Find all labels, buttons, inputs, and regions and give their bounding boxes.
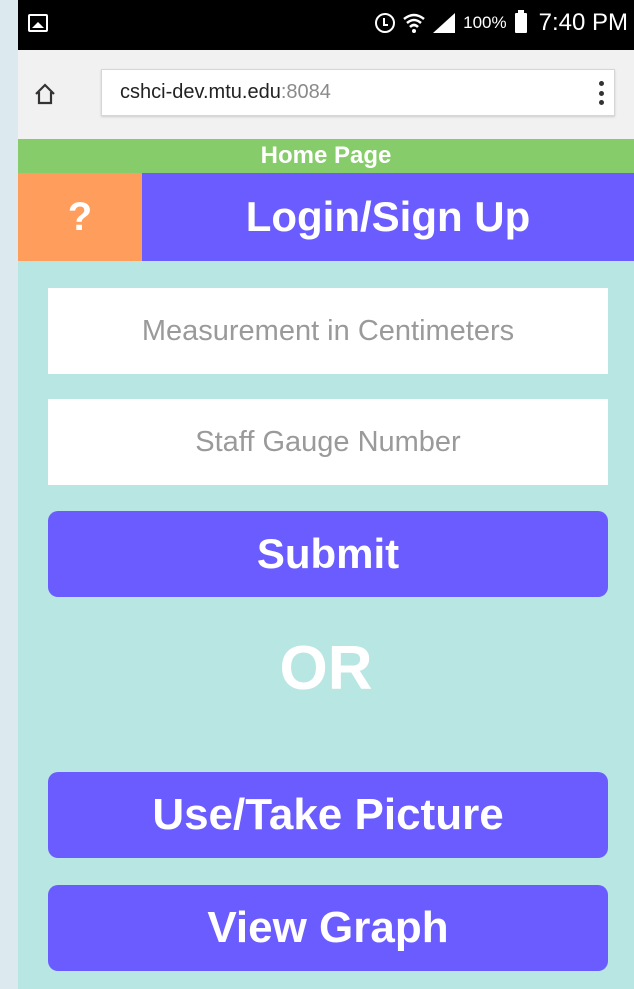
status-indicators: 100% 7:40 PM <box>375 8 628 38</box>
or-separator: OR <box>279 634 373 703</box>
home-page-link[interactable]: Home Page <box>18 139 634 173</box>
login-signup-button[interactable]: Login/Sign Up <box>142 173 634 261</box>
url-host: cshci-dev.mtu.edu <box>120 81 281 103</box>
browser-toolbar: cshci-dev.mtu.edu:8084 <box>18 50 634 139</box>
signal-icon <box>433 13 456 33</box>
measurement-input[interactable] <box>48 288 608 374</box>
help-button[interactable]: ? <box>18 173 142 261</box>
submit-button[interactable]: Submit <box>48 511 608 597</box>
battery-percent: 100% <box>463 13 507 32</box>
gallery-icon <box>28 14 48 32</box>
status-bar: 100% 7:40 PM <box>18 0 634 50</box>
take-picture-button[interactable]: Use/Take Picture <box>48 772 608 858</box>
menu-icon[interactable] <box>598 81 604 105</box>
battery-icon <box>514 10 527 33</box>
url-text[interactable]: cshci-dev.mtu.edu:8084 <box>120 81 331 104</box>
address-bar[interactable]: cshci-dev.mtu.edu:8084 <box>101 69 615 116</box>
alarm-icon <box>375 13 396 33</box>
phone-screen: 100% 7:40 PM cshci-dev.mtu.edu:8084 Home… <box>18 0 634 989</box>
wifi-icon <box>403 12 425 34</box>
page-content: Home Page ? Login/Sign Up Submit OR Use/… <box>18 139 634 989</box>
home-icon[interactable] <box>34 83 56 105</box>
url-port: :8084 <box>280 81 331 103</box>
view-graph-button[interactable]: View Graph <box>48 885 608 971</box>
clock: 7:40 PM <box>538 9 628 36</box>
staff-gauge-input[interactable] <box>48 399 608 485</box>
